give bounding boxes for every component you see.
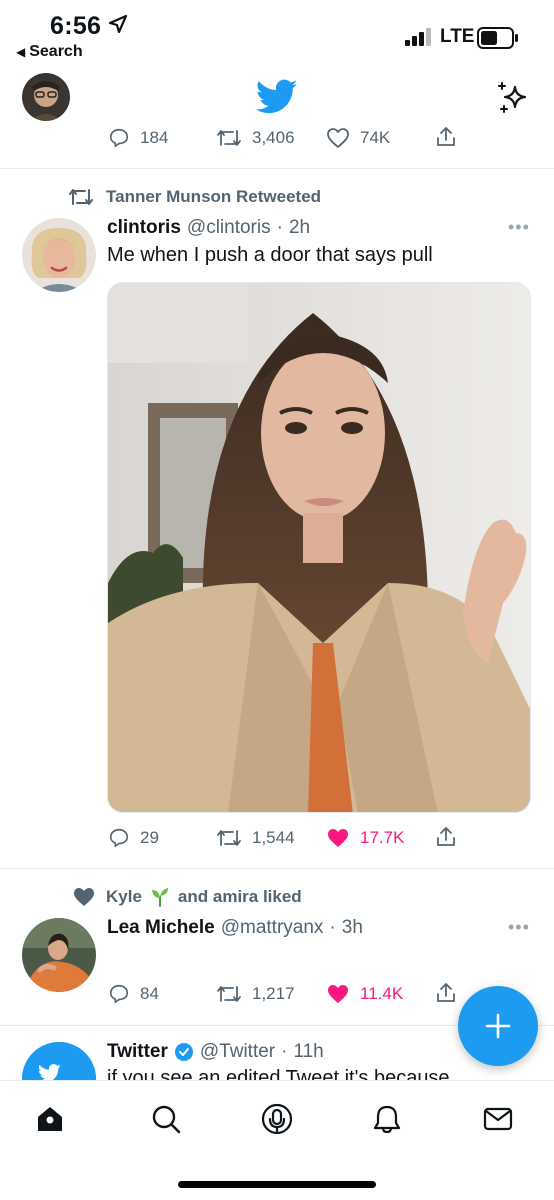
tweet-header: clintoris @clintoris · 2h <box>107 217 310 239</box>
like-count: 74K <box>360 128 391 147</box>
retweet-action[interactable]: 1,217 <box>216 983 295 1005</box>
retweet-icon <box>217 986 241 1002</box>
share-action[interactable] <box>434 981 458 1005</box>
tweet-author-avatar[interactable] <box>22 218 96 292</box>
tweet-time: 11h <box>293 1041 324 1062</box>
more-options-icon[interactable]: ••• <box>508 217 530 238</box>
like-count: 11.4K <box>360 984 404 1003</box>
author-handle[interactable]: @mattryanx <box>221 917 324 939</box>
messages-icon <box>483 1107 513 1131</box>
compose-tweet-button[interactable] <box>458 986 538 1066</box>
share-action[interactable] <box>434 125 458 149</box>
reply-count: 184 <box>140 128 169 147</box>
seedling-icon <box>151 888 168 907</box>
retweet-count: 1,217 <box>252 984 295 1003</box>
reply-count: 84 <box>140 984 159 1003</box>
share-icon <box>437 827 455 846</box>
tweet-author-avatar[interactable] <box>22 918 96 992</box>
author-handle[interactable]: @Twitter <box>200 1041 275 1063</box>
tweet-text: Me when I push a door that says pull <box>107 244 433 266</box>
share-icon <box>437 983 455 1002</box>
reply-icon <box>109 828 129 848</box>
reply-count: 29 <box>140 828 159 847</box>
spaces-icon <box>261 1103 293 1135</box>
retweet-action[interactable]: 1,544 <box>216 827 295 849</box>
like-context-name: Kyle <box>106 887 142 906</box>
status-bar: 6:56 ◀ Search LTE <box>0 0 554 66</box>
reply-action[interactable]: 184 <box>108 127 168 149</box>
like-context[interactable]: Kyle and amira liked <box>72 886 302 908</box>
profile-avatar[interactable] <box>22 73 70 121</box>
heart-outline-icon <box>327 128 349 148</box>
status-time: 6:56 <box>50 12 102 40</box>
heart-filled-icon <box>328 985 348 1003</box>
tweet-header: Lea Michele @mattryanx · 3h <box>107 917 363 939</box>
verified-badge-icon <box>174 1043 193 1061</box>
plus-icon <box>485 1013 511 1039</box>
divider <box>0 168 554 169</box>
reply-icon <box>109 128 129 148</box>
tab-notifications[interactable] <box>367 1099 407 1139</box>
like-action[interactable]: 11.4K <box>326 983 403 1005</box>
heart-filled-icon <box>328 829 348 847</box>
tab-search[interactable] <box>146 1099 186 1139</box>
back-triangle-icon: ◀ <box>16 45 26 59</box>
tweet-header: Twitter @Twitter · 11h <box>107 1041 324 1063</box>
retweet-count: 3,406 <box>252 128 295 147</box>
home-icon <box>38 1107 62 1131</box>
home-indicator[interactable] <box>178 1181 376 1188</box>
separator-dot: · <box>329 917 336 938</box>
tweet-time: 2h <box>288 217 311 238</box>
share-action[interactable] <box>434 825 458 849</box>
share-icon <box>437 127 455 146</box>
like-context-rest: and amira liked <box>177 887 302 906</box>
sparkle-icon[interactable] <box>495 79 531 115</box>
reply-action[interactable]: 84 <box>108 983 159 1005</box>
cellular-signal-icon <box>405 28 431 46</box>
separator-dot: · <box>281 1041 288 1062</box>
reply-icon <box>109 984 129 1004</box>
retweet-context[interactable]: Tanner Munson Retweeted <box>68 186 321 208</box>
author-name[interactable]: clintoris <box>107 217 181 239</box>
retweet-count: 1,544 <box>252 828 295 847</box>
separator-dot: · <box>276 217 283 238</box>
retweet-icon <box>69 189 93 205</box>
author-name[interactable]: Twitter <box>107 1041 168 1063</box>
heart-filled-icon <box>74 888 94 906</box>
previous-tweet-actions: 184 3,406 74K <box>0 118 554 168</box>
network-type: LTE <box>440 26 475 47</box>
like-count: 17.7K <box>360 828 405 847</box>
tab-spaces[interactable] <box>257 1099 297 1139</box>
location-arrow-icon <box>108 14 128 34</box>
more-options-icon[interactable]: ••• <box>508 917 530 938</box>
divider <box>0 868 554 869</box>
retweet-action[interactable]: 3,406 <box>216 127 295 149</box>
twitter-logo-icon[interactable] <box>256 79 298 115</box>
reply-action[interactable]: 29 <box>108 827 159 849</box>
tweet-photo[interactable] <box>107 282 531 813</box>
retweet-icon <box>217 830 241 846</box>
tab-home[interactable] <box>30 1099 70 1139</box>
back-to-search-link[interactable]: ◀ Search <box>16 43 83 61</box>
notifications-icon <box>373 1105 401 1134</box>
like-action[interactable]: 74K <box>326 127 390 149</box>
search-icon <box>152 1105 181 1134</box>
author-name[interactable]: Lea Michele <box>107 917 215 939</box>
tweet-time: 3h <box>341 917 363 938</box>
author-handle[interactable]: @clintoris <box>187 217 271 239</box>
battery-icon <box>477 27 518 49</box>
like-context-label: Kyle and amira liked <box>106 887 302 907</box>
retweet-icon <box>217 130 241 146</box>
like-action[interactable]: 17.7K <box>326 827 404 849</box>
tab-messages[interactable] <box>478 1099 518 1139</box>
retweet-context-label: Tanner Munson Retweeted <box>106 187 322 206</box>
back-search-label: Search <box>29 43 83 60</box>
